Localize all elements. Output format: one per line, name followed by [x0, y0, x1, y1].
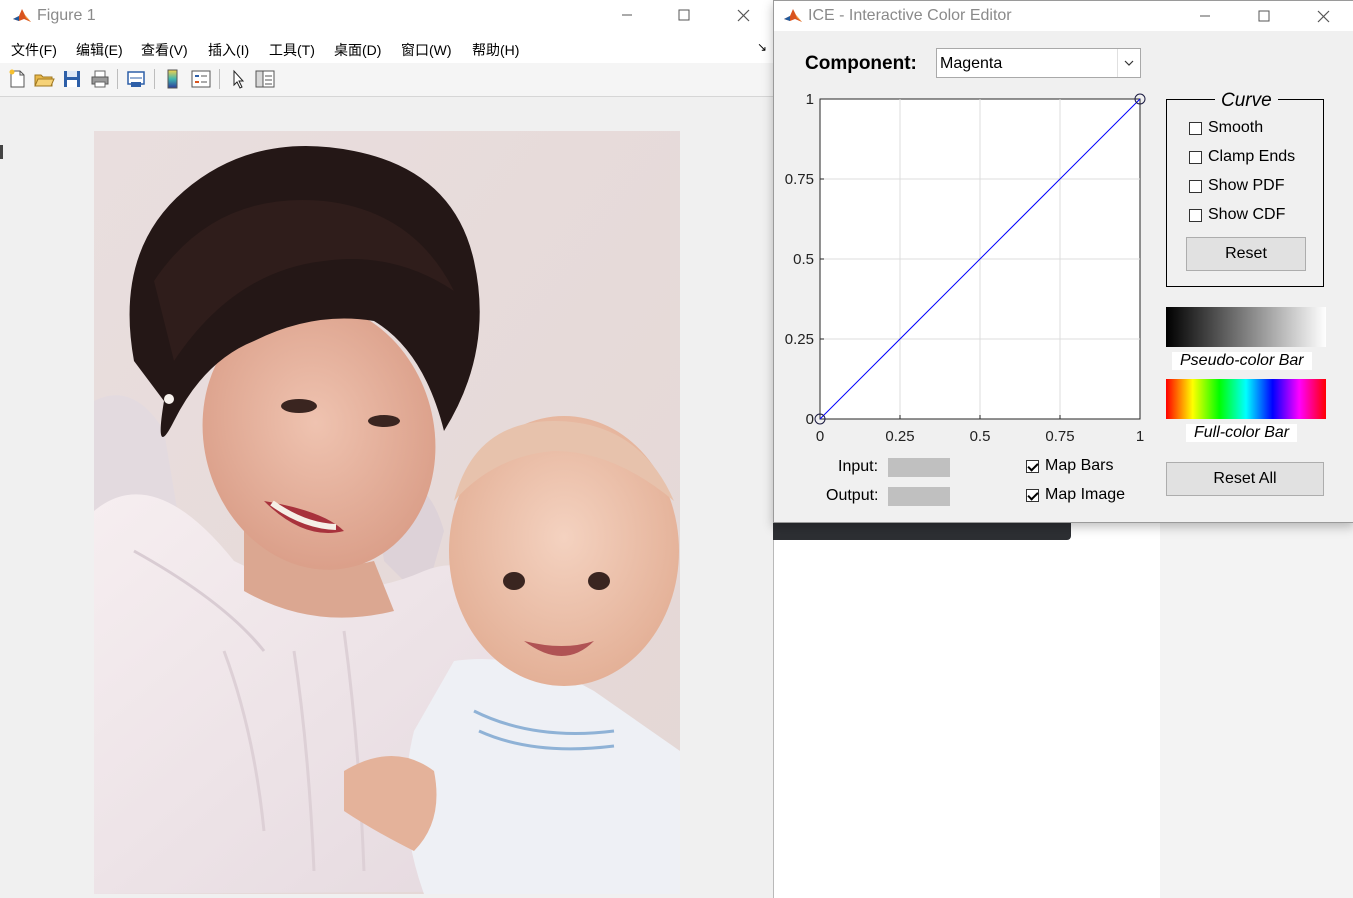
ice-window-title: ICE - Interactive Color Editor: [808, 7, 1012, 24]
menu-help[interactable]: 帮助(H): [472, 40, 519, 60]
map-options-panel: [975, 451, 1025, 517]
y-tick-label: 0: [806, 411, 814, 428]
x-tick-label: 0.75: [1045, 428, 1074, 445]
link-plot-icon[interactable]: [125, 68, 147, 90]
minimize-icon[interactable]: [1182, 1, 1228, 31]
pseudo-color-bar: [1166, 307, 1326, 347]
map-image-checkbox-box[interactable]: [1026, 488, 1039, 502]
y-tick-label: 1: [806, 91, 814, 108]
figure-image: [94, 131, 680, 894]
save-icon[interactable]: [61, 68, 83, 90]
open-file-icon[interactable]: [33, 68, 55, 90]
clamp-ends-checkbox[interactable]: Clamp Ends: [1189, 148, 1295, 166]
maximize-icon[interactable]: [661, 0, 707, 30]
menu-tools[interactable]: 工具(T): [269, 40, 315, 60]
menu-window[interactable]: 窗口(W): [401, 40, 452, 60]
menu-view[interactable]: 查看(V): [141, 40, 188, 60]
close-icon[interactable]: [1300, 1, 1346, 31]
smooth-checkbox-box[interactable]: [1189, 121, 1202, 135]
matlab-logo-icon: [12, 6, 32, 26]
show-pdf-checkbox-box[interactable]: [1189, 179, 1202, 193]
output-label: Output:: [826, 487, 879, 505]
output-value-display: [888, 487, 950, 506]
minimize-icon[interactable]: [604, 0, 650, 30]
toolbar-separator: [219, 69, 220, 89]
pseudo-color-bar-caption: Pseudo-color Bar: [1172, 352, 1312, 370]
map-bars-checkbox[interactable]: Map Bars: [1026, 453, 1124, 479]
menu-file[interactable]: 文件(F): [11, 40, 57, 60]
new-figure-icon[interactable]: [6, 68, 28, 90]
pointer-icon[interactable]: [227, 68, 249, 90]
legend-icon[interactable]: [190, 68, 212, 90]
full-color-bar: [1166, 379, 1326, 419]
ice-window: ICE - Interactive Color Editor Component…: [773, 0, 1353, 523]
show-pdf-checkbox-label: Show PDF: [1208, 177, 1285, 194]
x-tick-label: 1: [1136, 428, 1144, 445]
y-tick-label: 0.25: [785, 331, 814, 348]
figure-titlebar[interactable]: Figure 1: [0, 0, 773, 32]
map-image-checkbox[interactable]: Map Image: [1026, 482, 1136, 508]
y-tick-label: 0.75: [785, 171, 814, 188]
map-bars-checkbox-label: Map Bars: [1045, 457, 1114, 474]
toolbar-separator: [154, 69, 155, 89]
background-panel: [1160, 520, 1353, 898]
menu-edit[interactable]: 编辑(E): [76, 40, 123, 60]
show-cdf-checkbox-box[interactable]: [1189, 208, 1202, 222]
print-icon[interactable]: [89, 68, 111, 90]
x-tick-label: 0.5: [970, 428, 991, 445]
toolbar-separator: [117, 69, 118, 89]
figure-toolbar: [0, 63, 773, 97]
matlab-logo-icon: [783, 6, 803, 26]
clamp-ends-checkbox-box[interactable]: [1189, 150, 1202, 164]
property-inspector-icon[interactable]: [254, 68, 276, 90]
colorbar-icon[interactable]: [162, 68, 184, 90]
curve-group-title: Curve: [1215, 90, 1278, 112]
dock-arrow-icon[interactable]: ↘: [757, 40, 767, 54]
reset-button[interactable]: Reset: [1186, 237, 1306, 271]
show-pdf-checkbox[interactable]: Show PDF: [1189, 177, 1284, 195]
menu-desktop[interactable]: 桌面(D): [334, 40, 381, 60]
smooth-checkbox-label: Smooth: [1208, 119, 1264, 136]
figure-window-title: Figure 1: [37, 7, 96, 24]
map-image-checkbox-label: Map Image: [1045, 486, 1126, 503]
y-tick-label: 0.5: [793, 251, 814, 268]
show-cdf-checkbox[interactable]: Show CDF: [1189, 206, 1285, 224]
background-window-strip: [773, 520, 1071, 540]
show-cdf-checkbox-label: Show CDF: [1208, 206, 1286, 223]
x-tick-label: 0: [816, 428, 824, 445]
x-tick-label: 0.25: [885, 428, 914, 445]
ice-titlebar[interactable]: ICE - Interactive Color Editor: [774, 1, 1353, 31]
curve-options-group: Curve Smooth Clamp Ends Show PDF Show CD…: [1166, 90, 1324, 287]
figure-menubar: 文件(F) 编辑(E) 查看(V) 插入(I) 工具(T) 桌面(D) 窗口(W…: [0, 32, 773, 63]
maximize-icon[interactable]: [1241, 1, 1287, 31]
input-value-display: [888, 458, 950, 477]
edge-marker: [0, 145, 3, 159]
figure-window: Figure 1 文件(F) 编辑(E) 查看(V) 插入(I) 工具(T) 桌…: [0, 0, 774, 898]
ice-body: Component: Magenta 0 0.25 0.5 0.75 1 0 0.25 0.5…: [774, 31, 1353, 522]
close-icon[interactable]: [720, 0, 766, 30]
input-label: Input:: [838, 458, 879, 476]
map-bars-checkbox-box[interactable]: [1026, 459, 1039, 473]
reset-all-button[interactable]: Reset All: [1166, 462, 1324, 496]
clamp-ends-checkbox-label: Clamp Ends: [1208, 148, 1296, 165]
smooth-checkbox[interactable]: Smooth: [1189, 119, 1263, 137]
menu-insert[interactable]: 插入(I): [208, 40, 249, 60]
full-color-bar-caption: Full-color Bar: [1186, 424, 1298, 442]
